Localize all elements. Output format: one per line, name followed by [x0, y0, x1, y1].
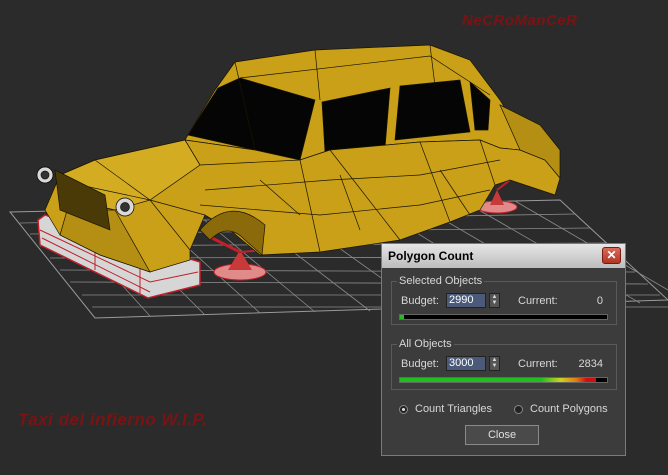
selected-progress-bar: [399, 314, 608, 320]
count-triangles-radio[interactable]: [399, 405, 408, 414]
selected-budget-label: Budget:: [401, 295, 439, 307]
all-budget-input[interactable]: 3000: [446, 356, 486, 371]
all-current-label: Current:: [518, 358, 558, 370]
close-button[interactable]: Close: [465, 425, 539, 445]
count-triangles-label[interactable]: Count Triangles: [415, 403, 492, 415]
selected-objects-legend: Selected Objects: [397, 275, 485, 287]
selected-current-label: Current:: [518, 295, 558, 307]
count-polygons-label[interactable]: Count Polygons: [530, 403, 608, 415]
selected-budget-spinner[interactable]: ▲ ▼: [489, 293, 500, 308]
all-progress-bar: [399, 377, 608, 383]
selected-progress-fill: [400, 315, 405, 319]
all-progress-fill: [400, 378, 596, 382]
side-window-rear: [394, 79, 471, 141]
all-budget-label: Budget:: [401, 358, 439, 370]
author-watermark: NeCRoManCeR: [462, 12, 578, 29]
all-budget-spinner[interactable]: ▲ ▼: [489, 356, 500, 371]
all-objects-legend: All Objects: [397, 338, 454, 350]
selected-current-value: 0: [596, 295, 603, 307]
dialog-title: Polygon Count: [388, 249, 474, 263]
polygon-count-dialog: Polygon Count ✕ Selected Objects Budget:…: [381, 243, 626, 456]
all-current-value: 2834: [578, 358, 603, 370]
taxi-car-model[interactable]: [36, 44, 561, 273]
close-icon[interactable]: ✕: [602, 247, 621, 264]
dialog-titlebar[interactable]: Polygon Count ✕: [382, 244, 625, 268]
project-title-watermark: Taxi del infierno W.I.P.: [18, 410, 208, 429]
selected-budget-input[interactable]: 2990: [446, 293, 486, 308]
count-polygons-radio[interactable]: [514, 405, 523, 414]
